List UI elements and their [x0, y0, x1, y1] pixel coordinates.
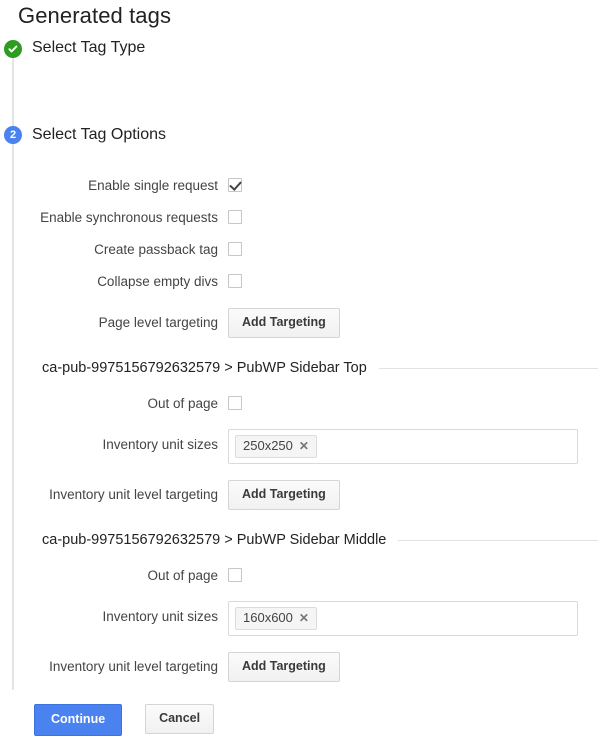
checkbox-enable-single-request[interactable]	[228, 178, 242, 192]
label-inventory-unit-level-targeting-2: Inventory unit level targeting	[49, 659, 218, 674]
step-number: 2	[9, 128, 17, 141]
step-label-select-tag-type[interactable]: Select Tag Type	[32, 39, 145, 57]
label-enable-single-request: Enable single request	[88, 178, 218, 193]
section-heading-sidebar-top: ca-pub-9975156792632579 > PubWP Sidebar …	[42, 360, 598, 376]
checkbox-out-of-page-1[interactable]	[228, 396, 242, 410]
field-out-of-page-1	[228, 396, 600, 414]
field-out-of-page-2	[228, 568, 600, 586]
row-enable-single-request: Enable single request	[0, 178, 600, 196]
label-out-of-page-1: Out of page	[147, 396, 218, 411]
row-collapse-empty-divs: Collapse empty divs	[0, 274, 600, 292]
label-page-level-targeting: Page level targeting	[98, 315, 218, 330]
size-chip-label-2: 160x600	[243, 610, 293, 625]
label-enable-synchronous-requests: Enable synchronous requests	[40, 210, 218, 225]
step-label-select-tag-options[interactable]: Select Tag Options	[32, 126, 166, 144]
row-inventory-unit-sizes-1: Inventory unit sizes 250x250 ✕	[0, 429, 600, 464]
size-chip-label-1: 250x250	[243, 438, 293, 453]
section-heading-sidebar-middle: ca-pub-9975156792632579 > PubWP Sidebar …	[42, 532, 598, 548]
close-icon[interactable]: ✕	[299, 440, 309, 452]
label-out-of-page-2: Out of page	[147, 568, 218, 583]
row-out-of-page-2: Out of page	[0, 568, 600, 586]
inventory-unit-sizes-input-1[interactable]: 250x250 ✕	[228, 429, 578, 464]
row-create-passback-tag: Create passback tag	[0, 242, 600, 260]
tag-options-form: Enable single request Enable synchronous…	[0, 178, 600, 682]
label-create-passback-tag: Create passback tag	[94, 242, 218, 257]
size-chip-1[interactable]: 250x250 ✕	[235, 435, 317, 458]
section-divider	[378, 367, 598, 369]
section-divider	[398, 539, 598, 541]
label-inventory-unit-sizes-1: Inventory unit sizes	[102, 437, 218, 452]
section-heading-text: ca-pub-9975156792632579 > PubWP Sidebar …	[42, 360, 367, 376]
row-page-level-targeting: Page level targeting Add Targeting	[0, 308, 600, 338]
field-collapse-empty-divs	[228, 274, 600, 292]
form-actions: Continue Cancel	[34, 704, 215, 736]
section-heading-text: ca-pub-9975156792632579 > PubWP Sidebar …	[42, 532, 387, 548]
row-inventory-unit-level-targeting-2: Inventory unit level targeting Add Targe…	[0, 652, 600, 682]
cancel-button[interactable]: Cancel	[145, 704, 215, 734]
row-inventory-unit-sizes-2: Inventory unit sizes 160x600 ✕	[0, 601, 600, 636]
checkbox-collapse-empty-divs[interactable]	[228, 274, 242, 288]
checkbox-enable-synchronous-requests[interactable]	[228, 210, 242, 224]
field-inventory-unit-sizes-1: 250x250 ✕	[228, 429, 600, 464]
field-inventory-unit-sizes-2: 160x600 ✕	[228, 601, 600, 636]
size-chip-2[interactable]: 160x600 ✕	[235, 607, 317, 630]
add-targeting-button-page-level[interactable]: Add Targeting	[228, 308, 340, 338]
add-targeting-button-unit-2[interactable]: Add Targeting	[228, 652, 340, 682]
label-inventory-unit-sizes-2: Inventory unit sizes	[102, 609, 218, 624]
step-badge-current: 2	[4, 126, 22, 144]
field-page-level-targeting: Add Targeting	[228, 308, 600, 338]
check-icon	[7, 43, 19, 55]
step-badge-completed	[4, 40, 22, 58]
label-inventory-unit-level-targeting-1: Inventory unit level targeting	[49, 487, 218, 502]
generated-tags-page: Generated tags Select Tag Type 2 Select …	[0, 0, 600, 747]
row-inventory-unit-level-targeting-1: Inventory unit level targeting Add Targe…	[0, 480, 600, 510]
checkbox-create-passback-tag[interactable]	[228, 242, 242, 256]
close-icon[interactable]: ✕	[299, 612, 309, 624]
field-enable-single-request	[228, 178, 600, 196]
field-inventory-unit-level-targeting-2: Add Targeting	[228, 652, 600, 682]
field-enable-synchronous-requests	[228, 210, 600, 228]
row-out-of-page-1: Out of page	[0, 396, 600, 414]
checkbox-out-of-page-2[interactable]	[228, 568, 242, 582]
add-targeting-button-unit-1[interactable]: Add Targeting	[228, 480, 340, 510]
page-title: Generated tags	[18, 3, 172, 28]
inventory-unit-sizes-input-2[interactable]: 160x600 ✕	[228, 601, 578, 636]
label-collapse-empty-divs: Collapse empty divs	[97, 274, 218, 289]
continue-button[interactable]: Continue	[34, 704, 123, 736]
row-enable-synchronous-requests: Enable synchronous requests	[0, 210, 600, 228]
field-create-passback-tag	[228, 242, 600, 260]
field-inventory-unit-level-targeting-1: Add Targeting	[228, 480, 600, 510]
